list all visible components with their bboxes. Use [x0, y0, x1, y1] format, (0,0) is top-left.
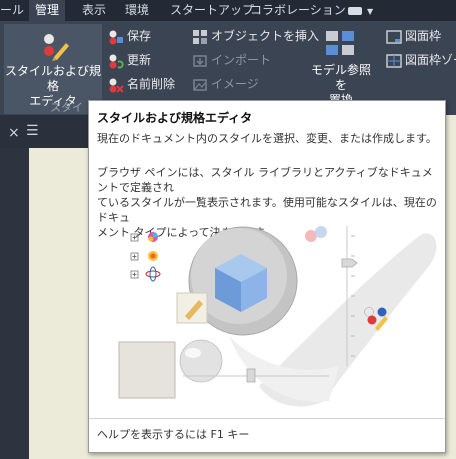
- faded-style-icon: [305, 226, 327, 242]
- menu-icon[interactable]: ☰: [26, 123, 39, 139]
- drawing-frame-button[interactable]: 図面枠: [386, 27, 441, 45]
- chevron-down-icon: ▼: [367, 7, 374, 16]
- drawing-frame-zone-label: 図面枠ゾー: [405, 53, 456, 67]
- tab-getting-started[interactable]: スタートアップ: [170, 0, 254, 21]
- import-button[interactable]: インポート: [192, 51, 271, 69]
- drawing-frame-zone-icon: [386, 53, 402, 68]
- save-style-icon: [109, 30, 123, 44]
- tooltip-title: スタイルおよび規格エディタ: [97, 111, 253, 125]
- browser-header: × ☰: [0, 115, 88, 148]
- update-label: 更新: [127, 53, 152, 67]
- import-label: インポート: [211, 53, 272, 67]
- purge-style-icon: [109, 78, 124, 93]
- image-button[interactable]: イメージ: [192, 75, 259, 93]
- save-label: 保存: [127, 29, 152, 43]
- drawing-frame-label: 図面枠: [405, 29, 442, 43]
- image-label: イメージ: [211, 77, 259, 91]
- image-icon: [193, 78, 207, 91]
- tab-collaboration[interactable]: コラボレーション: [250, 0, 346, 21]
- styles-panel-label: スタイ: [50, 101, 83, 114]
- style-editor-label-1: スタイルおよび規格: [4, 64, 101, 93]
- insert-object-icon: [193, 29, 207, 44]
- style-editor-icon: [44, 34, 69, 61]
- tooltip-footer: ヘルプを表示するには F1 キー: [97, 428, 250, 441]
- sphere-highlight: [185, 348, 201, 358]
- import-icon: [193, 54, 207, 67]
- tree-item-light: [130, 251, 158, 261]
- ribbon-toggle-button[interactable]: ▼: [348, 5, 378, 17]
- tab-environment[interactable]: 環境: [125, 0, 149, 21]
- tooltip-popup: スタイルおよび規格エディタ 現在のドキュメント内のスタイルを選択、変更、または作…: [88, 100, 446, 453]
- purge-styles-button[interactable]: 名前削除: [108, 75, 175, 93]
- tooltip-separator: [89, 418, 445, 419]
- purge-label: 名前削除: [127, 77, 176, 91]
- tree-item-material: [130, 266, 161, 282]
- tooltip-desc2-line1: ブラウザ ペインには、スタイル ライブラリとアクティブなドキュメントで定義され: [97, 166, 433, 194]
- update-style-icon: [109, 54, 124, 68]
- horizontal-slider-thumb: [246, 368, 256, 383]
- tooltip-illustration: [118, 226, 437, 407]
- browser-panel-strip: [0, 115, 29, 459]
- tree-item-color: [130, 232, 158, 242]
- ribbon-tab-bar: ール 管理 表示 環境 スタートアップ コラボレーション ▼: [0, 0, 456, 21]
- vertical-slider-thumb: [341, 258, 358, 268]
- tab-manage[interactable]: 管理: [29, 0, 66, 21]
- drawing-frame-icon: [386, 29, 402, 44]
- tooltip-description-1: 現在のドキュメント内のスタイルを選択、変更、または作成します。: [97, 132, 437, 145]
- close-icon[interactable]: ×: [8, 125, 20, 141]
- save-styles-button[interactable]: 保存: [108, 27, 151, 45]
- insert-object-button[interactable]: オブジェクトを挿入: [192, 27, 319, 45]
- update-styles-button[interactable]: 更新: [108, 51, 151, 69]
- drawing-frame-zone-button[interactable]: 図面枠ゾー: [386, 51, 456, 69]
- tab-view[interactable]: 表示: [82, 0, 106, 21]
- replace-model-ref-label-1: モデル参照を: [310, 63, 371, 92]
- tab-partial[interactable]: ール: [0, 0, 24, 21]
- material-preview-square: [118, 341, 176, 399]
- replace-model-reference-button[interactable]: モデル参照を 置換: [306, 29, 376, 107]
- replace-model-reference-icon: [326, 31, 354, 55]
- insert-object-label: オブジェクトを挿入: [211, 29, 320, 43]
